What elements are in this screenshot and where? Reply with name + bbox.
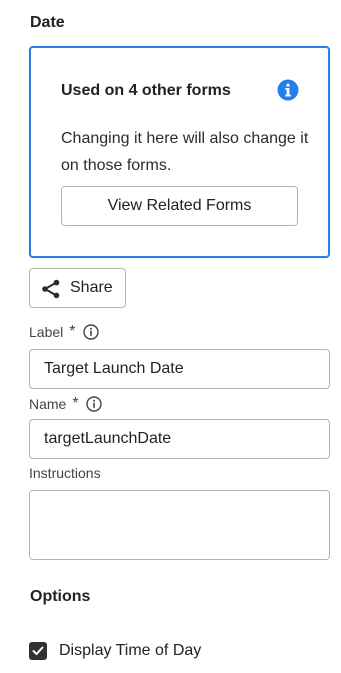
- share-button[interactable]: Share: [29, 268, 126, 308]
- display-time-of-day-option[interactable]: Display Time of Day: [29, 642, 201, 660]
- related-forms-card: Used on 4 other forms Changing it here w…: [29, 46, 330, 258]
- section-title-date: Date: [30, 14, 65, 31]
- help-info-icon[interactable]: [85, 396, 102, 412]
- required-asterisk: *: [72, 395, 79, 412]
- name-input[interactable]: [29, 419, 330, 459]
- card-description: Changing it here will also change it on …: [61, 130, 309, 174]
- help-info-icon[interactable]: [82, 324, 99, 340]
- share-icon: [42, 279, 60, 299]
- display-time-of-day-checkbox[interactable]: [29, 642, 47, 660]
- label-input[interactable]: [29, 349, 330, 389]
- view-related-forms-button[interactable]: View Related Forms: [61, 186, 298, 226]
- name-field-label-text: Name: [29, 396, 67, 412]
- label-field-label: Label *: [29, 323, 99, 341]
- label-field-label-text: Label: [29, 324, 64, 340]
- instructions-field-label-text: Instructions: [29, 465, 101, 481]
- instructions-textarea[interactable]: [29, 490, 330, 560]
- info-icon[interactable]: [277, 79, 299, 101]
- card-heading: Used on 4 other forms: [61, 82, 231, 99]
- name-field-label: Name *: [29, 395, 102, 413]
- checkmark-icon: [32, 646, 44, 655]
- instructions-field-label: Instructions: [29, 465, 101, 481]
- display-time-of-day-label: Display Time of Day: [59, 642, 202, 659]
- share-label: Share: [70, 279, 113, 296]
- required-asterisk: *: [69, 323, 76, 340]
- section-title-options: Options: [30, 588, 91, 605]
